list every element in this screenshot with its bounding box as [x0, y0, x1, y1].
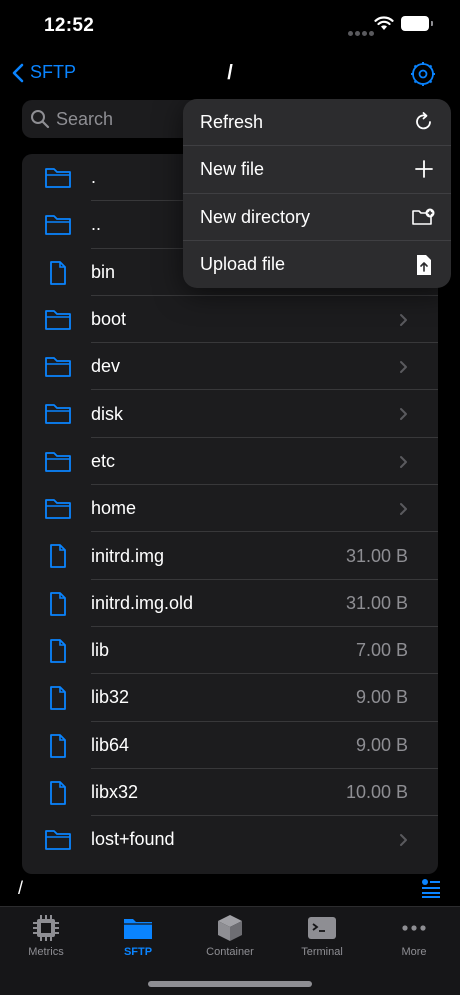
file-name: bin: [91, 261, 116, 282]
file-row[interactable]: libx32 10.00 B: [22, 769, 438, 817]
status-time: 12:52: [44, 15, 95, 36]
folder-icon: [44, 212, 72, 238]
menu-item-refresh[interactable]: Refresh: [183, 99, 451, 147]
chevron-right-icon: [399, 407, 408, 426]
cpu-icon: [33, 915, 59, 941]
file-row[interactable]: home: [22, 485, 438, 533]
folder-icon: [44, 496, 72, 522]
file-icon: [44, 260, 72, 286]
tab-metrics[interactable]: Metrics: [0, 913, 92, 958]
tab-container[interactable]: Container: [184, 913, 276, 958]
file-name: lib32: [91, 687, 130, 708]
file-name: lost+found: [91, 829, 175, 850]
file-size: 31.00 B: [345, 592, 408, 613]
file-row[interactable]: boot: [22, 296, 438, 344]
box-icon: [218, 915, 242, 941]
file-row[interactable]: initrd.img.old 31.00 B: [22, 580, 438, 627]
menu-item-label: Upload file: [200, 253, 286, 274]
folder-icon: [124, 919, 152, 939]
navigation-bar: SFTP /: [0, 56, 460, 96]
wifi-icon: [374, 16, 394, 30]
tab-sftp[interactable]: SFTP: [92, 913, 184, 958]
file-name: dev: [91, 356, 121, 377]
home-indicator: [148, 981, 312, 987]
context-menu: Refresh New file New directory Upload fi…: [183, 99, 451, 288]
folder-icon: [44, 354, 72, 380]
terminal-icon: [308, 917, 336, 939]
folder-icon: [44, 827, 72, 853]
gear-icon[interactable]: [409, 60, 437, 88]
upload-file-icon: [417, 254, 431, 275]
file-icon: [44, 685, 72, 711]
folder-plus-icon: [412, 208, 435, 225]
file-size: 9.00 B: [355, 734, 408, 755]
folder-icon: [44, 165, 72, 191]
file-name: ..: [91, 214, 102, 235]
signal-icon: [348, 23, 376, 41]
folder-icon: [44, 449, 72, 475]
file-icon: [44, 733, 72, 759]
file-row[interactable]: lib64 9.00 B: [22, 722, 438, 769]
tab-label: Container: [206, 946, 254, 958]
folder-icon: [44, 307, 72, 333]
file-name: .: [91, 167, 97, 188]
file-row[interactable]: disk: [22, 390, 438, 438]
plus-icon: [415, 160, 433, 179]
status-bar: 12:52: [0, 0, 460, 52]
file-icon: [44, 780, 72, 806]
file-icon: [44, 591, 72, 617]
menu-item-new-file[interactable]: New file: [183, 146, 451, 194]
chevron-right-icon: [399, 455, 408, 474]
chevron-right-icon: [399, 313, 408, 332]
chevron-right-icon: [399, 360, 408, 379]
list-settings-icon[interactable]: [421, 878, 441, 898]
menu-item-upload-file[interactable]: Upload file: [183, 241, 451, 288]
file-icon: [44, 543, 72, 569]
file-row[interactable]: lib 7.00 B: [22, 627, 438, 675]
file-name: home: [91, 498, 137, 519]
chevron-right-icon: [399, 502, 408, 521]
tab-label: Metrics: [28, 946, 64, 958]
file-size: 7.00 B: [355, 640, 408, 661]
menu-item-label: Refresh: [200, 112, 264, 133]
file-icon: [44, 638, 72, 664]
menu-item-label: New directory: [200, 206, 311, 227]
file-row[interactable]: etc: [22, 438, 438, 486]
file-row[interactable]: initrd.img 31.00 B: [22, 532, 438, 580]
ellipsis-icon: [402, 925, 426, 931]
folder-icon: [44, 401, 72, 427]
tab-label: More: [401, 946, 427, 958]
tab-label: SFTP: [123, 946, 153, 958]
file-name: disk: [91, 403, 124, 424]
search-placeholder: Search: [56, 108, 114, 129]
battery-icon: [401, 16, 433, 31]
tab-more[interactable]: More: [368, 913, 460, 958]
file-row[interactable]: lost+found: [22, 816, 438, 863]
file-size: 31.00 B: [345, 545, 408, 566]
page-title: /: [227, 62, 233, 84]
file-name: initrd.img: [91, 545, 165, 566]
path-bar: /: [0, 874, 460, 906]
file-name: initrd.img.old: [91, 592, 194, 613]
chevron-right-icon: [399, 833, 408, 852]
file-name: boot: [91, 309, 127, 330]
search-icon: [31, 110, 50, 129]
tab-terminal[interactable]: Terminal: [276, 913, 368, 958]
menu-item-label: New file: [200, 159, 265, 180]
file-name: etc: [91, 450, 116, 471]
file-row[interactable]: dev: [22, 343, 438, 391]
file-size: 10.00 B: [345, 782, 408, 802]
current-path: /: [18, 878, 24, 898]
menu-item-new-directory[interactable]: New directory: [183, 194, 451, 241]
file-row[interactable]: lib32 9.00 B: [22, 674, 438, 722]
file-name: lib: [91, 640, 110, 661]
refresh-icon: [416, 112, 431, 130]
file-size: 9.00 B: [355, 687, 408, 708]
file-name: lib64: [91, 734, 130, 755]
file-name: libx32: [91, 782, 139, 802]
tab-label: Terminal: [301, 946, 343, 958]
